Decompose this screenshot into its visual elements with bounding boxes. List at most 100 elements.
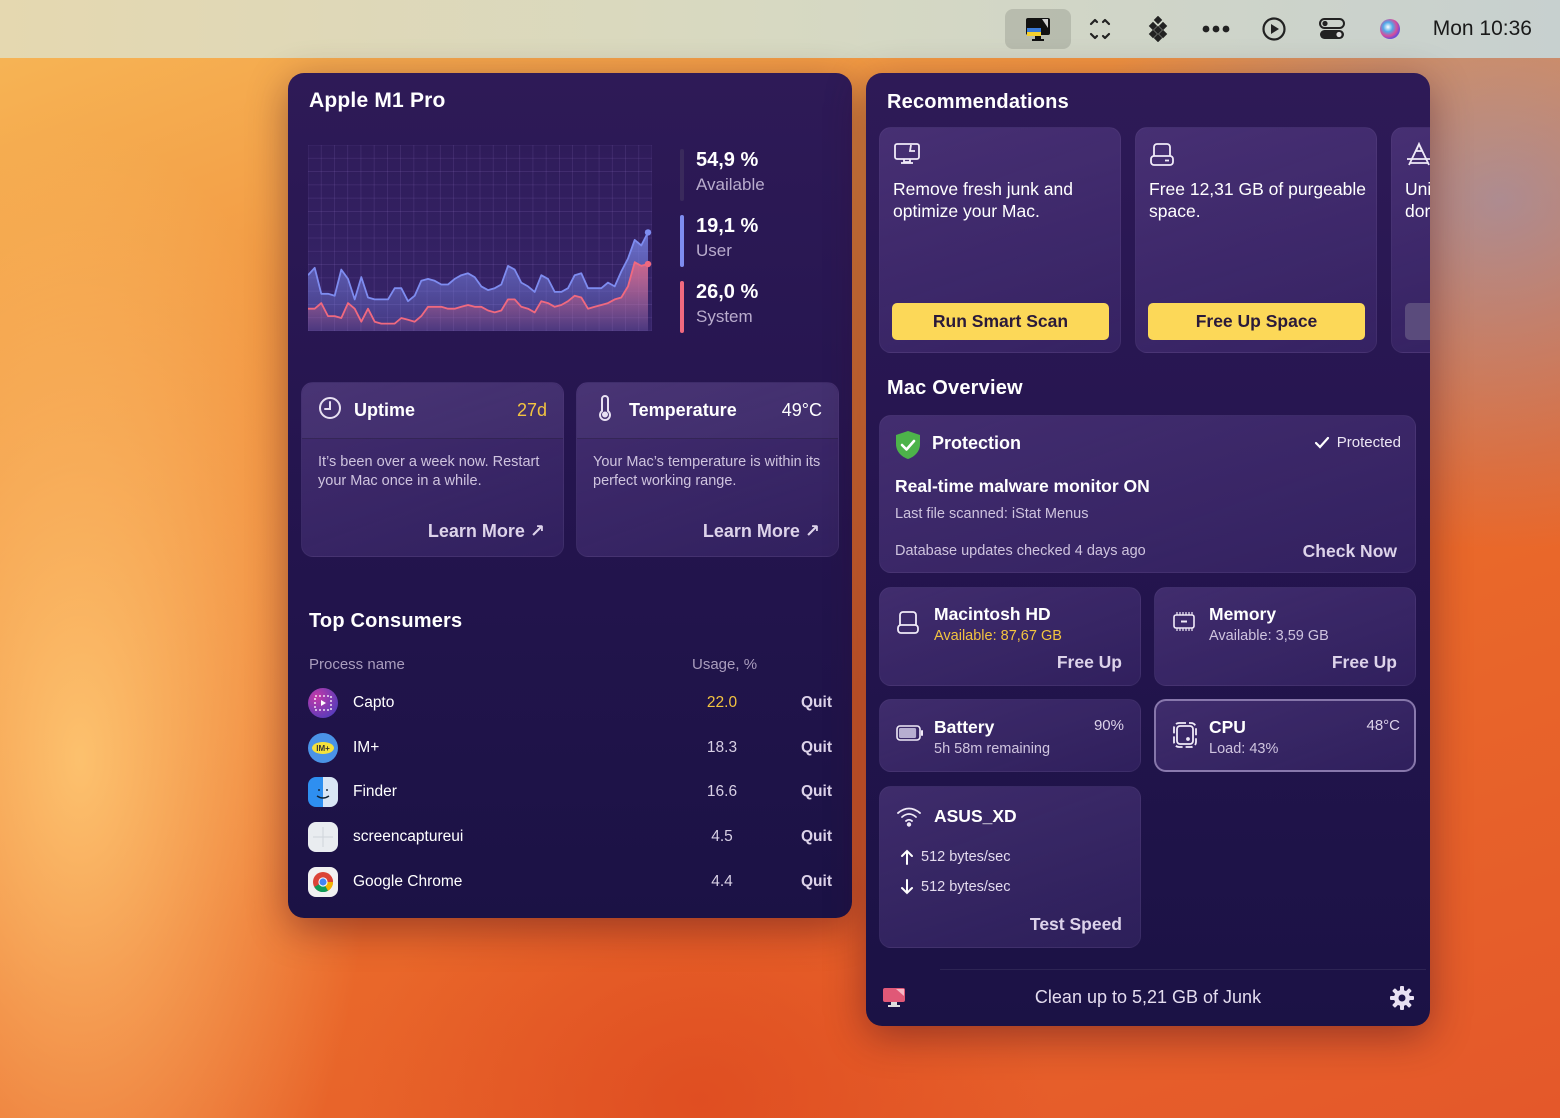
shield-check-icon [894, 430, 922, 465]
cpu-panel: Apple M1 Pro 54,9 % Available 19,1 % Use… [288, 73, 852, 918]
quit-button[interactable]: Quit [792, 739, 832, 757]
consumer-row: IM+ IM+ 18.3 Quit [308, 730, 832, 766]
process-usage: 4.5 [711, 828, 733, 845]
process-usage: 18.3 [706, 739, 738, 756]
recommendation-text: Remove fresh junk and optimize your Mac. [893, 179, 1073, 221]
memory-free-up-button[interactable]: Free Up [1332, 652, 1397, 673]
process-usage: 16.6 [706, 783, 738, 800]
legend-user: 19,1 % User [680, 213, 765, 269]
finder-app-icon [308, 777, 338, 807]
network-tile[interactable]: ASUS_XD 512 bytes/sec 512 bytes/sec Test… [879, 786, 1141, 948]
consumer-row: Finder 16.6 Quit [308, 774, 832, 810]
screen-capture-icon[interactable] [1071, 9, 1129, 49]
disk-title: Macintosh HD [934, 604, 1051, 624]
free-up-space-button[interactable]: Free Up Space [1148, 303, 1365, 340]
cpu-load: Load: 43% [1209, 741, 1279, 757]
consumer-row: Capto 22.0 Quit [308, 685, 832, 721]
battery-tile[interactable]: Battery 90% 5h 58m remaining [879, 699, 1141, 772]
legend-available-bar [680, 149, 684, 201]
disk-tile[interactable]: Macintosh HD Available: 87,67 GB Free Up [879, 587, 1141, 686]
cleanup-junk-summary[interactable]: Clean up to 5,21 GB of Junk [866, 987, 1430, 1008]
battery-level-fill [899, 728, 917, 738]
control-center-icon[interactable] [1303, 9, 1361, 49]
thermometer-icon [593, 395, 617, 426]
temperature-title: Temperature [629, 400, 737, 420]
screencaptureui-app-icon [308, 822, 338, 852]
footer-divider [940, 969, 1426, 970]
temperature-card: Temperature 49°C Your Mac’s temperature … [576, 382, 839, 557]
legend-system-label: System [696, 307, 753, 326]
disk-free-up-button[interactable]: Free Up [1057, 652, 1122, 673]
network-name: ASUS_XD [934, 806, 1017, 826]
usage-header: Usage, % [692, 656, 758, 673]
run-smart-scan-button[interactable]: Run Smart Scan [892, 303, 1109, 340]
protection-title: Protection [932, 433, 1022, 453]
recommendation-card-purgeable: Free 12,31 GB of purgeable space. Free U… [1135, 127, 1377, 353]
cpu-panel-title: Apple M1 Pro [309, 89, 446, 112]
test-speed-button[interactable]: Test Speed [1030, 914, 1122, 935]
menu-bar-clock[interactable]: Mon 10:36 [1433, 17, 1532, 41]
cpu-load-chart [308, 145, 652, 331]
cpu-tile[interactable]: CPU 48°C Load: 43% [1154, 699, 1416, 772]
quit-button[interactable]: Quit [792, 828, 832, 846]
battery-title: Battery [934, 717, 995, 737]
uptime-card: Uptime 27d It’s been over a week now. Re… [301, 382, 564, 557]
disk-icon [1149, 142, 1175, 173]
consumer-row: Google Chrome 4.4 Quit [308, 864, 832, 900]
legend-user-label: User [696, 241, 732, 260]
process-name: IM+ [353, 739, 380, 756]
download-speed-value: 512 bytes/sec [921, 879, 1011, 895]
battery-percent: 90% [1093, 717, 1124, 734]
arrow-down-icon [901, 879, 913, 895]
cpu-tile-title: CPU [1209, 717, 1246, 737]
overview-panel: Recommendations Remove fresh junk and op… [866, 73, 1430, 1026]
quit-button[interactable]: Quit [792, 694, 832, 712]
hard-drive-icon [896, 610, 920, 641]
legend-system-bar [680, 281, 684, 333]
check-now-button[interactable]: Check Now [1303, 541, 1397, 562]
app-uninstaller-icon [1405, 141, 1430, 173]
quit-button[interactable]: Quit [792, 783, 832, 801]
uptime-value: 27d [516, 400, 547, 420]
legend-user-value: 19,1 % [696, 215, 759, 237]
arrow-up-icon [901, 849, 913, 865]
legend-available: 54,9 % Available [680, 147, 765, 203]
recommendation-button-partial[interactable] [1405, 303, 1430, 340]
process-name: screencaptureui [353, 828, 464, 845]
uptime-card-header: Uptime 27d [302, 383, 563, 439]
recommendation-text: Free 12,31 GB of purgeable space. [1149, 179, 1366, 221]
protection-card: Protection Protected Real-time malware m… [879, 415, 1416, 573]
series-endpoint-user [644, 229, 652, 236]
recommendation-card-partial: Uni dor [1391, 127, 1430, 353]
memory-title: Memory [1209, 604, 1277, 624]
dots-grid-icon[interactable] [1129, 9, 1187, 49]
uptime-learn-more-link[interactable]: Learn More ↗ [428, 521, 545, 542]
database-updates: Database updates checked 4 days ago [895, 543, 1146, 559]
temperature-learn-more-link[interactable]: Learn More ↗ [703, 521, 820, 542]
play-icon[interactable] [1245, 9, 1303, 49]
menu-bar: Mon 10:36 [0, 0, 1560, 58]
memory-tile[interactable]: Memory Available: 3,59 GB Free Up [1154, 587, 1416, 686]
disk-available: Available: 87,67 GB [934, 628, 1062, 644]
siri-icon[interactable] [1361, 9, 1419, 49]
settings-gear-icon[interactable] [1389, 985, 1415, 1016]
consumer-row: screencaptureui 4.5 Quit [308, 819, 832, 855]
process-name: Google Chrome [353, 873, 463, 890]
cpu-temperature: 48°C [1366, 717, 1400, 734]
cleanmymac-menu-icon[interactable] [1004, 9, 1071, 49]
mac-cleanup-icon [893, 142, 921, 171]
battery-remaining: 5h 58m remaining [934, 741, 1051, 757]
download-speed: 512 bytes/sec [900, 879, 1010, 895]
protection-status: Protected [1314, 434, 1401, 451]
legend-user-bar [680, 215, 684, 267]
im-plus-app-icon: IM+ [308, 733, 338, 763]
series-endpoint-system [644, 260, 652, 268]
memory-chip-icon [1171, 610, 1197, 639]
process-name: Finder [353, 783, 397, 800]
more-icon[interactable] [1187, 9, 1245, 49]
process-usage: 22.0 [706, 694, 738, 711]
uptime-title: Uptime [354, 400, 416, 420]
legend-available-value: 54,9 % [696, 149, 759, 171]
capto-app-icon [308, 688, 338, 718]
quit-button[interactable]: Quit [792, 873, 832, 891]
